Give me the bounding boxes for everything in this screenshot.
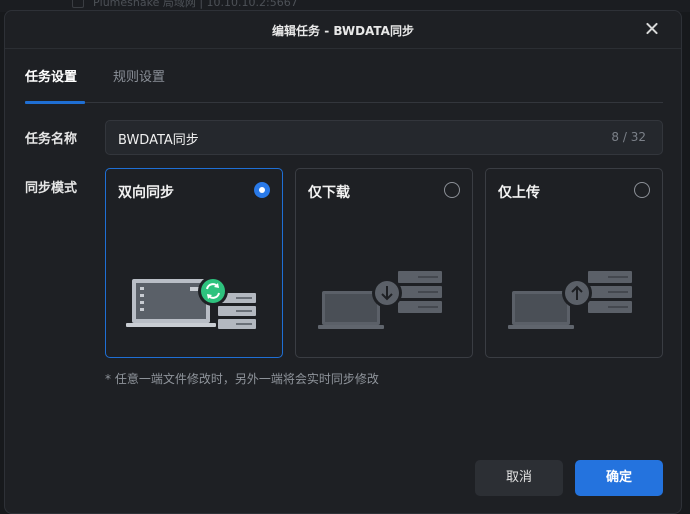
- active-tab-indicator: [25, 101, 85, 104]
- confirm-button[interactable]: 确定: [575, 460, 663, 496]
- dialog-header: 编辑任务 - BWDATA同步: [5, 11, 681, 49]
- sync-mode-download-card[interactable]: 仅下载: [295, 168, 473, 358]
- download-illustration: [318, 271, 442, 329]
- task-name-value: BWDATA同步: [118, 133, 199, 148]
- sync-icon: [201, 279, 225, 303]
- cancel-button[interactable]: 取消: [475, 460, 563, 496]
- close-icon[interactable]: [643, 20, 661, 38]
- sync-mode-label: 同步模式: [25, 181, 78, 196]
- two-way-sync-illustration: [126, 276, 256, 329]
- sync-mode-hint: * 任意一端文件修改时，另外一端将会实时同步修改: [105, 372, 379, 386]
- sync-mode-upload-card[interactable]: 仅上传: [485, 168, 663, 358]
- task-name-counter: 8 / 32: [611, 130, 646, 144]
- tab-rule-settings[interactable]: 规则设置: [113, 66, 165, 85]
- task-name-label: 任务名称: [25, 132, 78, 147]
- edit-task-dialog: 编辑任务 - BWDATA同步 任务设置 规则设置 任务名称 BWDATA同步 …: [4, 10, 682, 514]
- task-name-input[interactable]: BWDATA同步 8 / 32: [105, 120, 663, 155]
- sync-mode-two-way-card[interactable]: 双向同步: [105, 168, 283, 358]
- background-checkbox: [72, 0, 84, 8]
- tab-bar: 任务设置 规则设置: [25, 49, 663, 104]
- background-window-text: Plumesnake 局域网 | 10.10.10.2:5667: [93, 0, 298, 9]
- tab-task-settings[interactable]: 任务设置: [25, 66, 77, 85]
- dialog-title: 编辑任务 - BWDATA同步: [272, 24, 414, 38]
- upload-illustration: [508, 271, 632, 329]
